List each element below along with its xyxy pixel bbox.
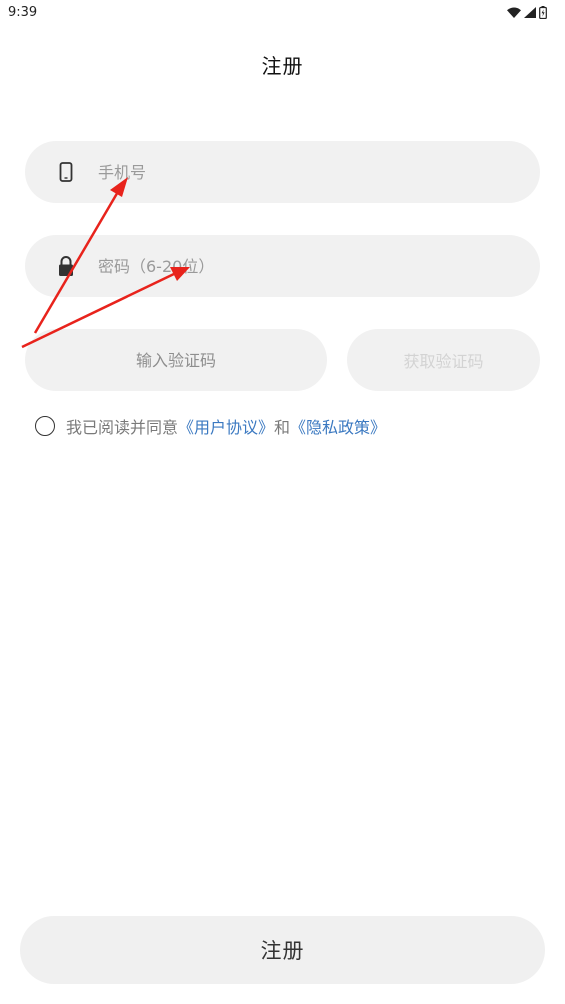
user-agreement-link[interactable]: 《用户协议》 [178,414,274,438]
code-field[interactable] [25,329,327,391]
status-icons [507,5,547,19]
phone-icon [56,161,76,183]
status-time: 9:39 [8,4,38,20]
code-input[interactable] [25,329,327,391]
privacy-policy-link[interactable]: 《隐私政策》 [290,414,386,438]
agreement-and: 和 [274,418,291,437]
wifi-icon [507,7,521,18]
register-submit-button[interactable]: 注册 [20,916,545,984]
agreement-row: 我已阅读并同意 《用户协议》 和 《隐私政策》 [35,414,386,438]
get-code-button[interactable]: 获取验证码 [347,329,540,391]
page-title: 注册 [261,54,304,78]
agreement-prefix: 我已阅读并同意 [66,418,179,437]
verification-row: 获取验证码 [25,329,540,391]
status-bar: 9:39 [0,0,565,24]
battery-icon [539,5,547,19]
password-input[interactable] [98,235,540,297]
password-field[interactable] [25,235,540,297]
lock-icon [56,255,76,277]
signal-icon [524,6,536,18]
agreement-checkbox[interactable] [35,416,55,436]
register-screen: 9:39 注册 手机号 输入验证码 获取验证码 我已阅读并同意 《用户协议》 和… [0,0,565,1004]
phone-input[interactable] [98,141,540,203]
phone-field[interactable] [25,141,540,203]
